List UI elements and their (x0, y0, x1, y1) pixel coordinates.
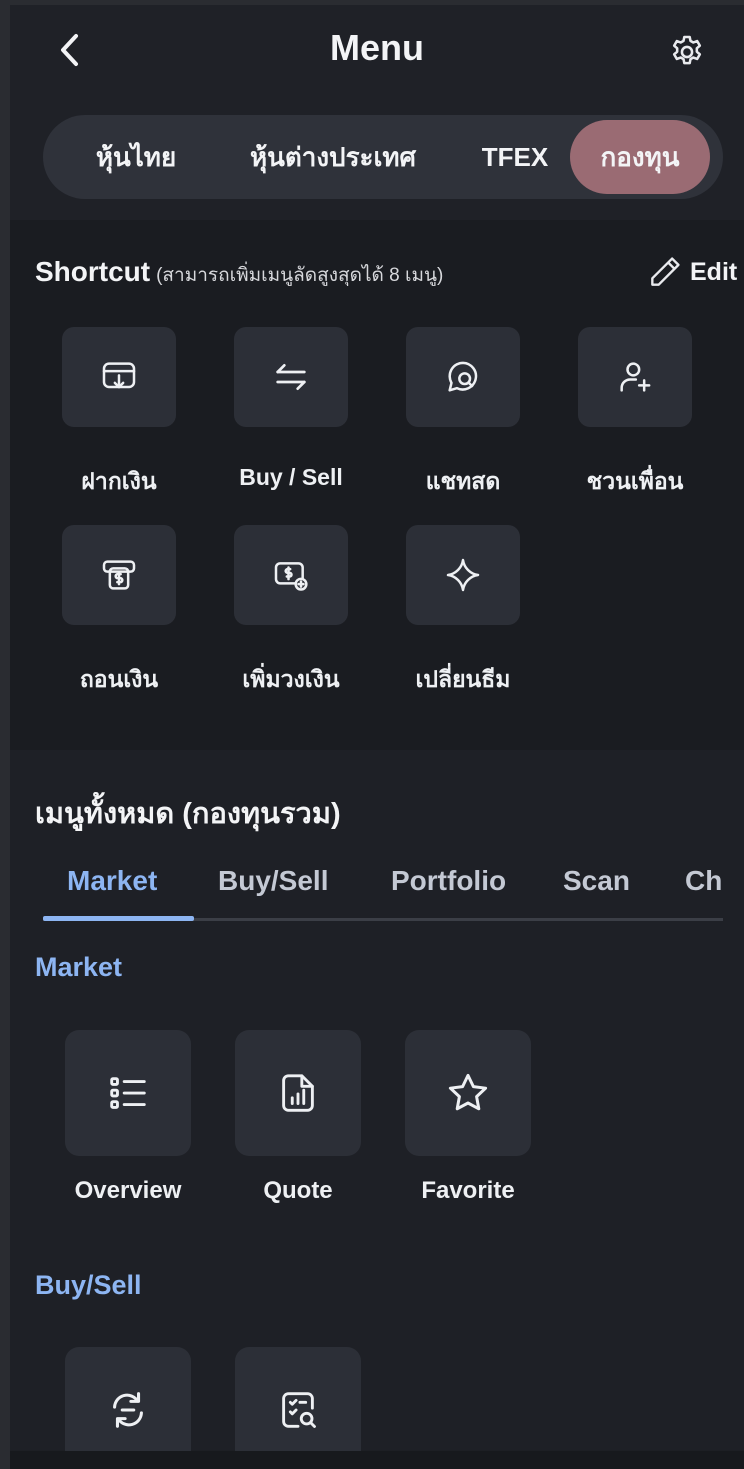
edit-shortcut-button[interactable]: Edit (646, 250, 737, 294)
shortcut-label-withdraw: ถอนเงิน (79, 666, 159, 692)
pencil-icon (646, 253, 684, 291)
shortcut-increase-limit[interactable] (234, 525, 348, 625)
increase-limit-icon (271, 555, 311, 595)
deposit-icon (99, 357, 139, 397)
shortcut-deposit[interactable] (62, 327, 176, 427)
segment-label: หุ้นไทย (95, 141, 177, 172)
list-icon (105, 1070, 151, 1116)
shortcut-label-live-chat: แชทสด (425, 468, 501, 494)
tab-chart[interactable]: Ch (685, 865, 722, 915)
shortcut-withdraw[interactable] (62, 525, 176, 625)
bottom-bar (10, 1451, 744, 1469)
shortcut-change-theme[interactable] (406, 525, 520, 625)
segment-label: หุ้นต่างประเทศ (249, 141, 417, 172)
shortcut-invite-friend[interactable] (578, 327, 692, 427)
menu-screen: Menu หุ้นไทย หุ้นต่างประเทศ TFEX กองทุน … (10, 5, 744, 1469)
shortcut-label-invite-friend: ชวนเพื่อน (586, 468, 684, 494)
shortcut-buy-sell[interactable] (234, 327, 348, 427)
all-menu-title: เมนูทั้งหมด (กองทุนรวม) (35, 798, 341, 830)
menu-quote[interactable] (235, 1030, 361, 1156)
tab-portfolio[interactable]: Portfolio (391, 865, 506, 915)
shortcut-label-buy-sell: Buy / Sell (239, 464, 343, 490)
header: Menu หุ้นไทย หุ้นต่างประเทศ TFEX กองทุน (10, 5, 744, 220)
category-tabs: Market Buy/Sell Portfolio Scan Ch (43, 865, 723, 921)
sparkle-icon (443, 555, 483, 595)
shortcut-subtitle: (สามารถเพิ่มเมนูลัดสูงสุดได้ 8 เมนู) (156, 265, 444, 286)
all-menu-section: เมนูทั้งหมด (กองทุนรวม) Market Buy/Sell … (10, 750, 744, 1469)
chat-icon (443, 357, 483, 397)
segment-foreign-stocks[interactable]: หุ้นต่างประเทศ (233, 115, 433, 199)
order-search-icon (275, 1387, 321, 1433)
segment-label: กองทุน (600, 141, 680, 172)
tab-buy-sell[interactable]: Buy/Sell (218, 865, 328, 915)
menu-label-overview: Overview (74, 1177, 182, 1204)
market-segment-control: หุ้นไทย หุ้นต่างประเทศ TFEX กองทุน (43, 115, 723, 199)
shortcut-live-chat[interactable] (406, 327, 520, 427)
shortcut-section: Shortcut (สามารถเพิ่มเมนูลัดสูงสุดได้ 8 เ… (10, 220, 744, 750)
gear-icon (668, 33, 706, 71)
settings-button[interactable] (662, 27, 712, 77)
document-chart-icon (275, 1070, 321, 1116)
swap-arrows-icon (271, 357, 311, 397)
menu-overview[interactable] (65, 1030, 191, 1156)
shortcut-heading: Shortcut (35, 256, 151, 287)
shortcut-label-change-theme: เปลี่ยนธีม (415, 666, 511, 692)
active-tab-indicator (43, 916, 194, 921)
add-friend-icon (615, 357, 655, 397)
star-icon (444, 1069, 492, 1117)
withdraw-icon (99, 555, 139, 595)
menu-favorite[interactable] (405, 1030, 531, 1156)
menu-label-quote: Quote (263, 1177, 333, 1204)
shortcut-label-deposit: ฝากเงิน (81, 468, 157, 494)
shortcut-label-increase-limit: เพิ่มวงเงิน (242, 666, 340, 692)
section-heading-market: Market (35, 952, 123, 982)
segment-label: TFEX (481, 141, 549, 172)
edit-label: Edit (690, 257, 738, 286)
segment-tfex[interactable]: TFEX (463, 115, 567, 199)
menu-label-favorite: Favorite (421, 1177, 515, 1204)
exchange-arrows-icon (105, 1387, 151, 1433)
section-heading-buy-sell: Buy/Sell (35, 1270, 142, 1300)
segment-funds[interactable]: กองทุน (570, 120, 710, 194)
tab-market[interactable]: Market (67, 865, 157, 915)
shortcut-title: Shortcut (สามารถเพิ่มเมนูลัดสูงสุดได้ 8 เ… (35, 256, 443, 290)
tab-scan[interactable]: Scan (563, 865, 630, 915)
page-title: Menu (330, 27, 424, 68)
segment-thai-stocks[interactable]: หุ้นไทย (77, 115, 195, 199)
